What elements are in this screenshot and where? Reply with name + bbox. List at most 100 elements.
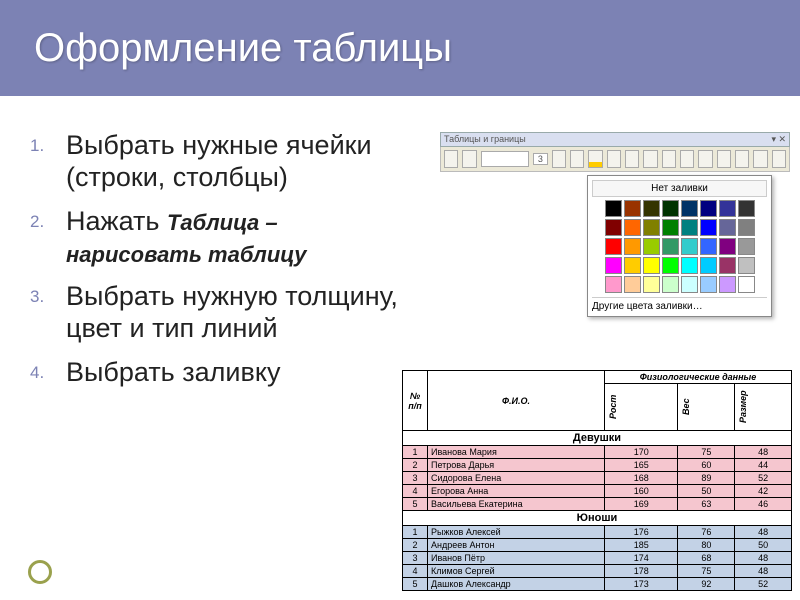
toolbar-title-text: Таблицы и границы [444,134,526,145]
step-4-text: Выбрать заливку [66,357,280,387]
table-cell: Андреев Антон [428,539,605,552]
toolbar-titlebar: Таблицы и границы ▾ ✕ [440,132,790,147]
color-swatch[interactable] [605,276,622,293]
table-cell: 52 [735,578,792,591]
color-swatch[interactable] [738,200,755,217]
table-cell: 48 [735,565,792,578]
table-cell: Иванова Мария [428,446,605,459]
color-swatch[interactable] [681,219,698,236]
distribute-cols-icon[interactable] [698,150,712,168]
color-swatch[interactable] [605,257,622,274]
table-cell: 75 [678,446,735,459]
more-fill-colors[interactable]: Другие цвета заливки… [592,297,767,312]
autosum-icon[interactable] [772,150,786,168]
color-swatch[interactable] [719,200,736,217]
table-row: 3Иванов Пётр1746848 [403,552,792,565]
color-swatch[interactable] [738,276,755,293]
table-cell: 76 [678,526,735,539]
color-swatch[interactable] [700,238,717,255]
autoformat-icon[interactable] [717,150,731,168]
color-swatch[interactable] [681,200,698,217]
color-swatch[interactable] [624,200,641,217]
table-row: 2Андреев Антон1858050 [403,539,792,552]
color-swatch[interactable] [681,238,698,255]
draw-table-icon[interactable] [444,150,458,168]
color-swatch[interactable] [643,200,660,217]
border-width-value[interactable]: 3 [533,153,548,165]
color-swatch[interactable] [681,276,698,293]
fill-color-icon[interactable] [588,150,602,168]
color-swatch[interactable] [700,200,717,217]
color-swatch[interactable] [605,200,622,217]
no-fill-option[interactable]: Нет заливки [592,180,767,197]
table-cell: 46 [735,498,792,511]
table-header-row-1: № п/п Ф.И.О. Физиологические данные [403,371,792,384]
color-swatch[interactable] [643,238,660,255]
table-cell: Петрова Дарья [428,459,605,472]
color-swatch[interactable] [662,219,679,236]
color-swatch[interactable] [624,219,641,236]
border-color-icon[interactable] [552,150,566,168]
color-swatch[interactable] [643,219,660,236]
color-swatch[interactable] [662,276,679,293]
split-cells-icon[interactable] [643,150,657,168]
color-swatch[interactable] [662,257,679,274]
step-1: Выбрать нужные ячейки (строки, столбцы) [66,130,416,194]
table-row: 1Рыжков Алексей1767648 [403,526,792,539]
table-cell: 48 [735,446,792,459]
color-swatch[interactable] [662,200,679,217]
color-swatch[interactable] [624,276,641,293]
borders-icon[interactable] [570,150,584,168]
color-swatch[interactable] [719,276,736,293]
col-num: № п/п [403,371,428,431]
col-weight: Вес [678,384,735,431]
color-swatch[interactable] [700,257,717,274]
table-row: 3Сидорова Елена1688952 [403,472,792,485]
toolbar-close-icon[interactable]: ▾ ✕ [771,134,786,145]
step-2-prefix: Нажать [66,206,167,236]
color-swatch[interactable] [719,257,736,274]
fill-color-palette: Нет заливки Другие цвета заливки… [587,175,772,317]
color-swatch[interactable] [605,238,622,255]
table-row: 5Васильева Екатерина1696346 [403,498,792,511]
merge-cells-icon[interactable] [625,150,639,168]
sort-asc-icon[interactable] [735,150,749,168]
sort-desc-icon[interactable] [753,150,767,168]
tables-borders-toolbar: Таблицы и границы ▾ ✕ 3 [440,132,790,172]
insert-table-icon[interactable] [607,150,621,168]
table-cell: 5 [403,498,428,511]
line-style-dropdown[interactable] [481,151,529,167]
table-cell: 173 [605,578,678,591]
color-swatch[interactable] [700,276,717,293]
color-swatch[interactable] [662,238,679,255]
color-swatch[interactable] [643,257,660,274]
table-cell: 52 [735,472,792,485]
section-boys: Юноши [403,511,792,526]
color-swatch[interactable] [719,219,736,236]
table-cell: 92 [678,578,735,591]
col-size: Размер [735,384,792,431]
color-swatch[interactable] [738,219,755,236]
table-cell: Васильева Екатерина [428,498,605,511]
color-swatch[interactable] [719,238,736,255]
color-swatch[interactable] [738,257,755,274]
color-swatch[interactable] [624,238,641,255]
distribute-rows-icon[interactable] [680,150,694,168]
steps-list: Выбрать нужные ячейки (строки, столбцы) … [66,130,416,401]
table-cell: 1 [403,446,428,459]
section-girls: Девушки [403,431,792,446]
table-cell: 80 [678,539,735,552]
color-swatch[interactable] [738,238,755,255]
table-cell: 44 [735,459,792,472]
table-cell: Климов Сергей [428,565,605,578]
table-cell: Егорова Анна [428,485,605,498]
eraser-icon[interactable] [462,150,476,168]
color-swatch[interactable] [700,219,717,236]
step-4: Выбрать заливку [66,357,416,389]
color-swatch[interactable] [605,219,622,236]
table-row: 4Климов Сергей1787548 [403,565,792,578]
color-swatch[interactable] [624,257,641,274]
align-icon[interactable] [662,150,676,168]
color-swatch[interactable] [681,257,698,274]
color-swatch[interactable] [643,276,660,293]
